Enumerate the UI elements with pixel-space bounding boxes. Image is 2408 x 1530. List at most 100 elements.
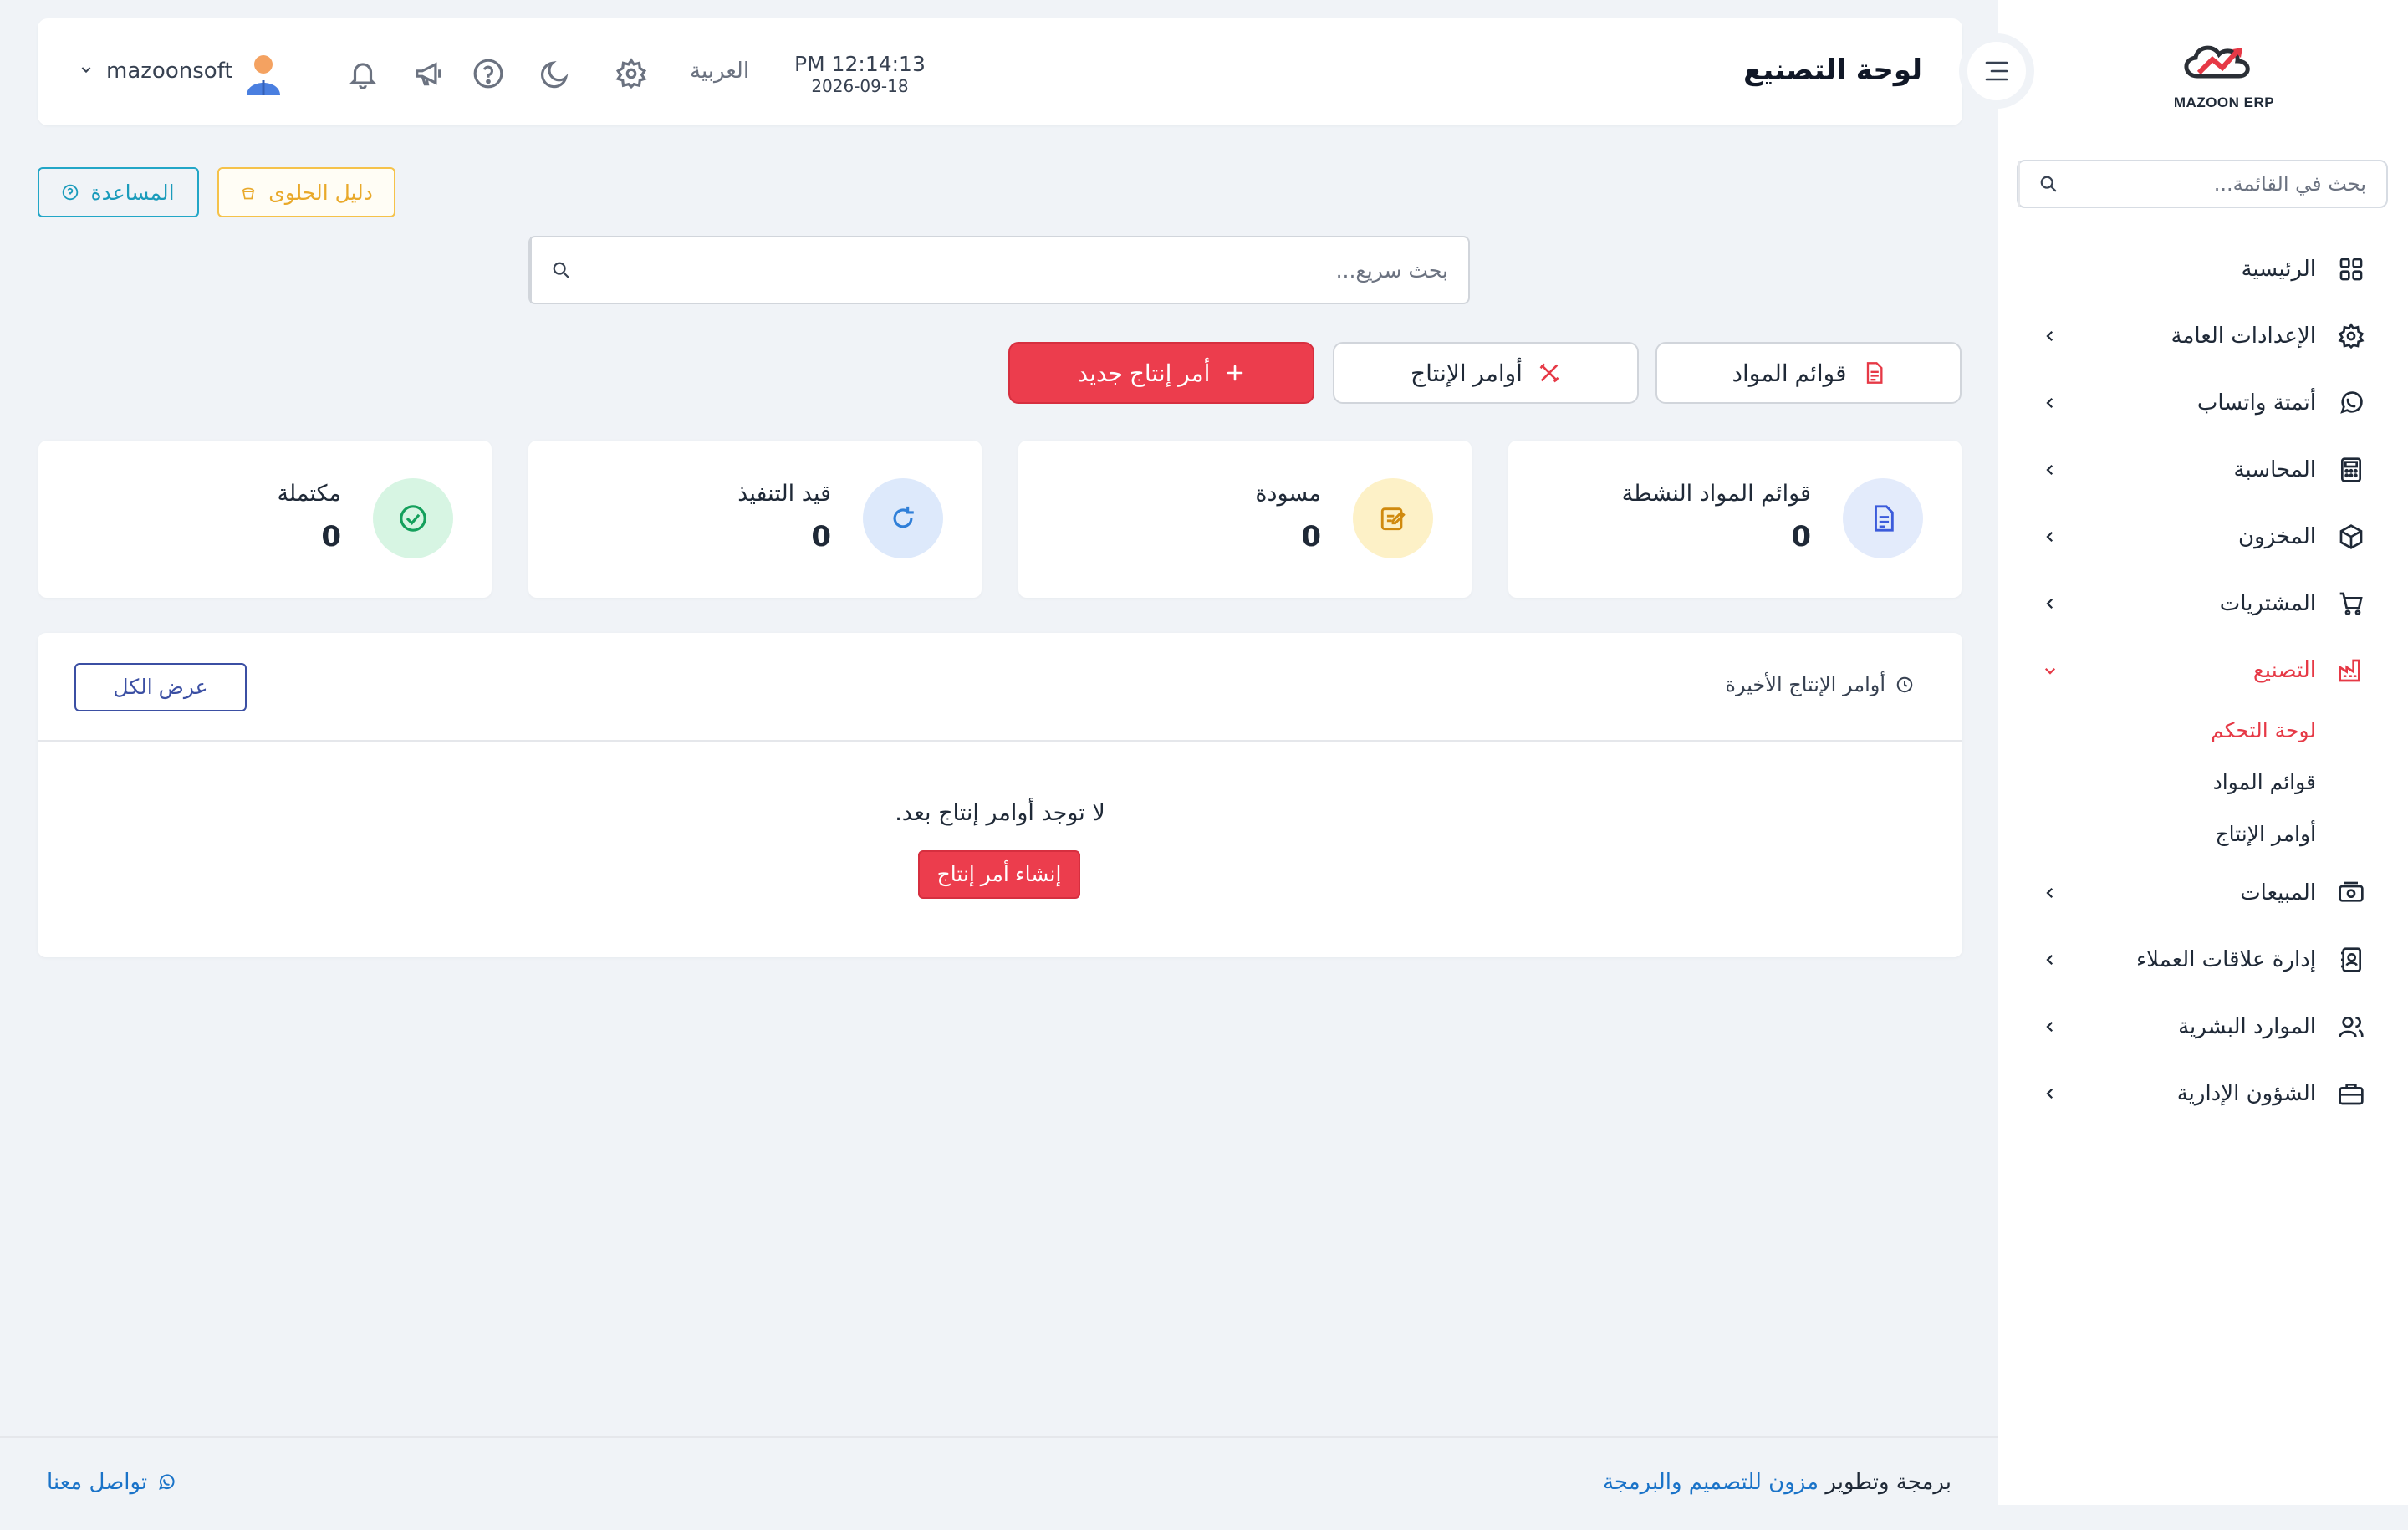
briefcase-icon	[2336, 1079, 2366, 1109]
stat-value: 0	[321, 520, 341, 553]
stat-value: 0	[1791, 520, 1811, 553]
sidebar-menu: الرئيسية الإعدادات العامة أتمتة واتساب ا…	[1998, 236, 2408, 1127]
stat-label: قيد التنفيذ	[737, 481, 831, 507]
stat-label: قوائم المواد النشطة	[1621, 481, 1811, 507]
manufacturing-submenu: لوحة التحكم قوائم المواد أوامر الإنتاج	[1998, 704, 2408, 859]
sidebar-item-hr[interactable]: الموارد البشرية	[1998, 993, 2408, 1060]
bell-icon[interactable]	[344, 55, 381, 92]
sidebar-item-label: الموارد البشرية	[2178, 1014, 2316, 1039]
chevron-down-icon[interactable]	[79, 63, 93, 76]
guide-label: دليل الحلوى	[268, 180, 373, 205]
create-production-order-button[interactable]: إنشاء أمر إنتاج	[918, 850, 1080, 899]
stat-value: 0	[811, 520, 831, 553]
menu-toggle-button[interactable]	[1959, 33, 2034, 109]
cart-icon	[2336, 589, 2366, 619]
footer-credit: برمجة وتطوير مزون للتصميم والبرمجة	[1603, 1470, 1951, 1495]
sidebar-item-home[interactable]: الرئيسية	[1998, 236, 2408, 303]
grid-icon	[2336, 254, 2366, 284]
gear-icon[interactable]	[613, 55, 650, 92]
app-logo[interactable]: MAZOON ERP	[2166, 33, 2283, 117]
candy-guide-button[interactable]: دليل الحلوى	[217, 167, 395, 217]
chevron-left-icon	[2040, 460, 2060, 480]
search-icon[interactable]	[2018, 161, 2077, 207]
megaphone-icon[interactable]	[411, 55, 447, 92]
sidebar-item-purchases[interactable]: المشتريات	[1998, 570, 2408, 637]
recent-title-text: أوامر الإنتاج الأخيرة	[1725, 673, 1885, 696]
refresh-icon	[863, 478, 943, 558]
production-orders-label: أوامر الإنتاج	[1411, 360, 1523, 386]
contacts-icon	[2336, 945, 2366, 975]
sidebar-item-manufacturing[interactable]: التصنيع	[1998, 637, 2408, 704]
production-orders-button[interactable]: أوامر الإنتاج	[1333, 342, 1639, 404]
search-icon[interactable]	[530, 237, 590, 303]
view-all-button[interactable]: عرض الكل	[74, 663, 247, 711]
help-circle-icon[interactable]	[470, 55, 507, 92]
check-circle-icon	[373, 478, 453, 558]
moon-icon[interactable]	[537, 55, 574, 92]
users-icon	[2336, 1012, 2366, 1042]
document-icon	[1843, 478, 1923, 558]
sidebar-item-label: التصنيع	[2252, 658, 2316, 683]
bom-list-label: قوائم المواد	[1732, 360, 1847, 386]
chevron-left-icon	[2040, 326, 2060, 346]
recent-production-orders-card: أوامر الإنتاج الأخيرة عرض الكل لا توجد أ…	[38, 633, 1962, 957]
top-bar: لوحة التصنيع PM 12:14:13 2026-09-18 العر…	[38, 18, 1962, 125]
logo-icon	[2184, 45, 2250, 79]
new-production-order-button[interactable]: أمر إنتاج جديد	[1008, 342, 1314, 404]
chevron-left-icon	[2040, 594, 2060, 614]
clock-icon	[1896, 676, 1913, 693]
footer-credit-prefix: برمجة وتطوير	[1825, 1470, 1951, 1495]
menu-icon	[1985, 61, 2008, 81]
sidebar-item-inventory[interactable]: المخزون	[1998, 503, 2408, 570]
new-production-order-label: أمر إنتاج جديد	[1077, 360, 1211, 386]
submenu-item-bom[interactable]: قوائم المواد	[1998, 756, 2316, 808]
quick-search-placeholder: بحث سريع...	[1335, 258, 1448, 283]
factory-icon	[2336, 655, 2366, 686]
language-switcher[interactable]: العربية	[690, 59, 749, 84]
sidebar-item-label: إدارة علاقات العملاء	[2135, 947, 2316, 972]
stat-value: 0	[1301, 520, 1321, 553]
stat-label: مكتملة	[277, 481, 341, 507]
cupcake-icon	[242, 187, 255, 200]
sidebar-item-accounting[interactable]: المحاسبة	[1998, 436, 2408, 503]
sidebar-item-administration[interactable]: الشؤون الإدارية	[1998, 1060, 2408, 1127]
contact-us-link[interactable]: تواصل معنا	[47, 1470, 176, 1495]
submenu-item-production-orders[interactable]: أوامر الإنتاج	[1998, 808, 2316, 859]
chevron-down-icon	[2040, 660, 2060, 681]
clock-time: PM 12:14:13	[794, 52, 926, 76]
help-label: المساعدة	[90, 180, 175, 205]
contact-us-label: تواصل معنا	[47, 1470, 148, 1495]
edit-icon	[1353, 478, 1433, 558]
chevron-left-icon	[2040, 393, 2060, 413]
gear-icon	[2336, 321, 2366, 351]
sidebar-item-general-settings[interactable]: الإعدادات العامة	[1998, 303, 2408, 370]
stat-card-completed: مكتملة 0	[38, 441, 492, 598]
recent-card-title: أوامر الإنتاج الأخيرة	[1725, 673, 1914, 696]
sidebar-item-sales[interactable]: المبيعات	[1998, 859, 2408, 926]
sidebar-item-label: أتمتة واتساب	[2196, 390, 2316, 416]
sidebar-item-label: الإعدادات العامة	[2171, 324, 2316, 349]
user-name[interactable]: mazoonsoft	[106, 59, 233, 84]
sidebar-item-label: الشؤون الإدارية	[2176, 1081, 2316, 1106]
recent-card-header: أوامر الإنتاج الأخيرة عرض الكل	[38, 633, 1962, 742]
submenu-item-dashboard[interactable]: لوحة التحكم	[1998, 704, 2316, 756]
bom-list-button[interactable]: قوائم المواد	[1656, 342, 1962, 404]
avatar[interactable]	[242, 52, 284, 95]
sidebar-search-input[interactable]: بحث في القائمة...	[2017, 160, 2388, 208]
quick-search-input[interactable]: بحث سريع...	[528, 236, 1470, 304]
calculator-icon	[2336, 455, 2366, 485]
sidebar-item-label: الرئيسية	[2241, 257, 2316, 282]
footer-brand-link[interactable]: مزون للتصميم والبرمجة	[1603, 1470, 1819, 1495]
tools-icon	[1539, 363, 1559, 383]
sidebar-item-label: المحاسبة	[2233, 457, 2316, 482]
chevron-left-icon	[2040, 527, 2060, 547]
help-button[interactable]: المساعدة	[38, 167, 199, 217]
empty-state-message: لا توجد أوامر إنتاج بعد.	[895, 800, 1105, 826]
plus-icon	[1227, 365, 1243, 381]
sidebar-item-crm[interactable]: إدارة علاقات العملاء	[1998, 926, 2408, 993]
chevron-left-icon	[2040, 950, 2060, 970]
sidebar-item-whatsapp[interactable]: أتمتة واتساب	[1998, 370, 2408, 436]
sidebar-search-placeholder: بحث في القائمة...	[2213, 172, 2366, 196]
stat-label: مسودة	[1255, 481, 1321, 507]
sidebar-item-label: المشتريات	[2219, 591, 2316, 616]
